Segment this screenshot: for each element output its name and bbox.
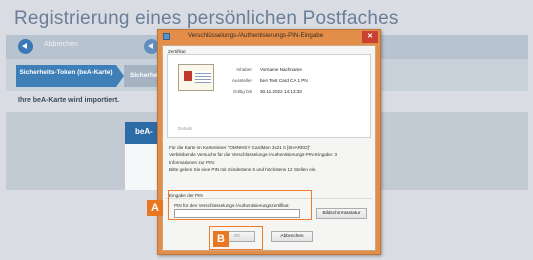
valid-until-value: 30.11.2022 14:13:33 (260, 89, 302, 94)
marker-a-badge: A (147, 200, 163, 216)
step-security-token: Sicherheits-Token (beA-Karte) (16, 65, 116, 87)
screen-keyboard-button[interactable]: Bildschirmtastatur (316, 208, 367, 219)
issuer-value: beA Test Card CA 1 PN (260, 78, 308, 83)
page-title: Registrierung eines persönlichen Postfac… (14, 8, 399, 29)
holder-value: Vorname Nachname (260, 67, 302, 72)
certificate-row-holder: Inhaber Vorname Nachname (220, 67, 370, 75)
close-button[interactable]: ✕ (362, 31, 378, 43)
certificate-box: Inhaber Vorname Nachname Aussteller beA … (167, 54, 371, 138)
pin-length-info: Bitte geben Sie eine PIN mit mindestens … (169, 166, 317, 172)
info-text: Für die Karte im Kartenleser "OMNIKEY Ca… (169, 144, 369, 173)
pin-highlight-frame (168, 190, 312, 220)
card-reader-info: Für die Karte im Kartenleser "OMNIKEY Ca… (169, 145, 311, 150)
app-icon (163, 33, 170, 40)
remaining-attempts-info: Verbleibende Versuche für die Verschlüss… (169, 152, 338, 158)
pin-info-heading: Informationen zur PIN: (169, 159, 215, 165)
issuer-label: Aussteller (231, 78, 252, 83)
dialog-title: Verschlüsselungs-/Authentisierungs-PIN-E… (188, 32, 324, 39)
dialog-body: Zertifikat Inhaber Vorname Nachname Auss… (162, 45, 376, 251)
cancel-button[interactable]: Abbrechen (271, 231, 313, 242)
marker-b-badge: B (213, 231, 229, 247)
back-arrow-icon[interactable] (18, 39, 33, 54)
certificate-row-valid: Gültig bis 30.11.2022 14:13:33 (220, 89, 370, 97)
dialog-titlebar[interactable]: Verschlüsselungs-/Authentisierungs-PIN-E… (158, 30, 380, 44)
certificate-icon (178, 64, 214, 91)
abort-link[interactable]: Abbrechen (44, 41, 78, 48)
seal-icon (184, 71, 192, 81)
certificate-row-issuer: Aussteller beA Test Card CA 1 PN (220, 78, 370, 86)
pin-dialog: Verschlüsselungs-/Authentisierungs-PIN-E… (157, 29, 381, 255)
valid-until-label: Gültig bis (232, 89, 252, 94)
step-arrow-icon (116, 65, 124, 87)
details-link[interactable]: Details (178, 126, 192, 131)
status-message: Ihre beA-Karte wird importiert. (18, 97, 120, 104)
holder-label: Inhaber (236, 67, 252, 72)
